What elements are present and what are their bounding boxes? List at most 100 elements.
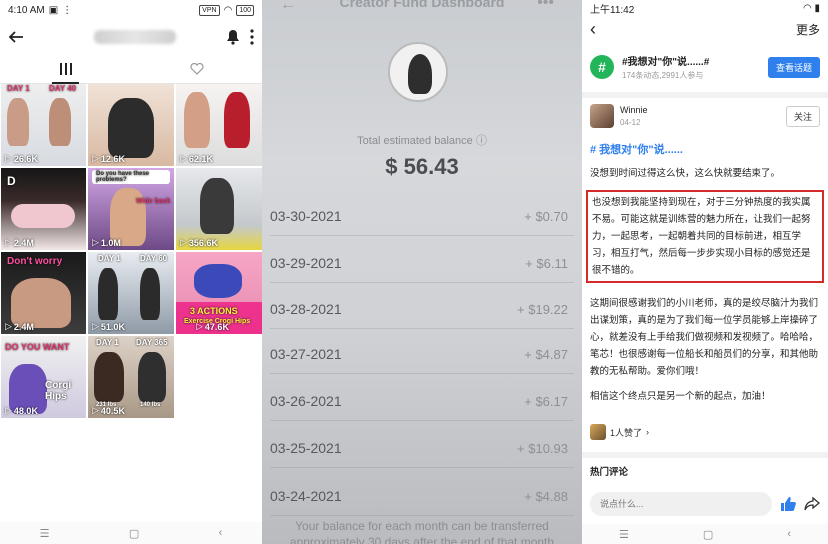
row-amount: + $6.17 [524, 393, 568, 409]
back-chevron-icon[interactable]: ‹ [590, 19, 596, 40]
balance-value: $ 56.43 [385, 154, 459, 179]
topic-header: # #我想对"你"说......# 174条动态,2991人参与 查看话题 [582, 42, 828, 92]
more-options-icon[interactable] [250, 29, 254, 45]
earnings-row: 03-30-2021 + $0.70 [262, 196, 582, 236]
battery-icon: 100 [236, 4, 254, 16]
more-options-icon[interactable]: ••• [537, 0, 554, 12]
tab-videos[interactable] [0, 54, 131, 84]
video-thumbnail[interactable]: ▷ 356.6K [176, 168, 262, 250]
menu-icon[interactable]: ☰ [619, 528, 629, 541]
view-count: ▷ 40.5K [92, 405, 125, 416]
post-date: 04-12 [620, 118, 641, 127]
row-amount: + $6.11 [525, 255, 568, 271]
back-icon[interactable]: ‹ [219, 527, 223, 539]
status-icons: ◠ ▮ [802, 2, 820, 14]
likes-row[interactable]: 1人赞了 › [590, 424, 649, 440]
vpn-icon: VPN [199, 4, 220, 16]
video-thumbnail[interactable]: ▷ 62.1K [176, 84, 262, 166]
video-thumbnail[interactable]: DAY 1 DAY 365 231 lbs 140 lbs ▷ 40.5K [88, 336, 174, 418]
bell-icon[interactable] [226, 29, 240, 45]
status-time: 4:10 AM [8, 4, 45, 16]
video-thumbnail[interactable]: ▷ 12.6K [88, 84, 174, 166]
play-icon: ▷ [180, 153, 187, 163]
caption: DAY 1 [98, 254, 121, 263]
caption: 140 lbs [140, 402, 161, 408]
post-paragraph: 这期间很感谢我们的小川老师，真的是绞尽脑汁为我们出谋划策，真的是为了我们每一位学… [590, 298, 819, 377]
play-icon: ▷ [180, 237, 187, 247]
video-thumbnail[interactable]: Don't worry ▷ 2.4M [1, 252, 86, 334]
avatar[interactable] [590, 104, 614, 128]
earnings-row: 03-26-2021 + $6.17 [262, 381, 582, 421]
author-name[interactable]: Winnie [620, 105, 648, 115]
play-icon: ▷ [196, 321, 203, 331]
share-icon[interactable] [804, 496, 820, 512]
avatar [388, 42, 448, 102]
video-thumbnail[interactable]: DAY 1 DAY 40 ▷ 26.6K [1, 84, 86, 166]
view-count: ▷ 2.4M [5, 321, 34, 332]
caption: DAY 60 [140, 254, 168, 263]
view-count: ▷ 26.6K [5, 153, 38, 164]
play-icon: ▷ [92, 321, 99, 331]
balance-label: Total estimated balance ⓘ [357, 135, 487, 147]
menu-icon[interactable]: ☰ [40, 527, 50, 540]
liked-icon [189, 62, 204, 75]
play-icon: ▷ [92, 405, 99, 415]
more-dots-icon: ⋮ [62, 4, 73, 16]
post-body: # 我想对"你"说...... 没想到时间过得这么快，这么快就要结束了。 也没想… [582, 142, 828, 405]
view-count: ▷ 51.0K [92, 321, 125, 332]
topic-icon: # [590, 55, 614, 79]
back-arrow-icon[interactable] [8, 29, 24, 45]
home-icon[interactable]: ▢ [129, 527, 139, 540]
view-count: ▷ 48.0K [5, 405, 38, 416]
row-amount: + $0.70 [524, 208, 568, 224]
earnings-row: 03-28-2021 + $19.22 [262, 289, 582, 329]
play-icon: ▷ [92, 237, 99, 247]
row-amount: + $4.88 [524, 488, 568, 504]
play-icon: ▷ [5, 237, 12, 247]
blurred-username [94, 30, 176, 44]
caption: Wide back [136, 198, 171, 205]
view-count: ▷ 2.4M [5, 237, 34, 248]
highlighted-paragraph: 也没想到我能坚持到现在，对于三分钟热度的我实属不易。可能这就是训练营的魅力所在，… [586, 190, 824, 283]
page-title: Creator Fund Dashboard [339, 0, 505, 10]
hot-comments-heading: 热门评论 [582, 452, 828, 484]
row-date: 03-28-2021 [270, 301, 342, 317]
video-thumbnail[interactable]: Do you have these problems? Wide back ▷ 1… [88, 168, 174, 250]
earnings-row: 03-24-2021 + $4.88 [262, 476, 582, 516]
play-icon: ▷ [92, 153, 99, 163]
caption: D [7, 174, 16, 188]
caption: Don't worry [7, 256, 63, 267]
caption: Do you have these problems? [96, 171, 150, 183]
liker-avatar [590, 424, 606, 440]
row-date: 03-26-2021 [270, 393, 342, 409]
follow-button[interactable]: 关注 [785, 105, 820, 127]
row-date: 03-30-2021 [270, 208, 342, 224]
view-count: ▷ 47.6K [196, 321, 229, 332]
back-icon[interactable]: ‹ [787, 528, 791, 540]
video-thumbnail[interactable]: DAY 1 DAY 60 ▷ 51.0K [88, 252, 174, 334]
video-thumbnail[interactable]: 3 ACTIONS Exercise Crogi Hips ▷ 47.6K [176, 252, 262, 334]
home-icon[interactable]: ▢ [703, 528, 713, 541]
row-amount: + $10.93 [517, 440, 568, 456]
thumbs-up-icon[interactable] [780, 496, 796, 512]
caption: DO YOU WANT [5, 342, 70, 352]
video-thumbnail[interactable]: DO YOU WANT Corgi Hips ▷ 48.0K [1, 336, 86, 418]
topic-tag[interactable]: # 我想对"你"说...... [590, 142, 820, 159]
row-date: 03-27-2021 [270, 346, 342, 362]
grid-icon [59, 62, 72, 75]
comment-input[interactable] [590, 492, 772, 516]
earnings-row: 03-29-2021 + $6.11 [262, 243, 582, 283]
post-detail-screen: 上午11:42 ◠ ▮ ‹ 更多 # #我想对"你"说......# 174条动… [582, 0, 828, 544]
tab-liked[interactable] [131, 54, 262, 83]
view-topic-button[interactable]: 查看话题 [767, 56, 820, 78]
more-link[interactable]: 更多 [796, 21, 820, 38]
caption: 3 ACTIONS [190, 306, 238, 316]
play-icon: ▷ [5, 153, 12, 163]
status-bar: 上午11:42 ◠ ▮ [582, 0, 828, 16]
author-row: Winnie 04-12 关注 [582, 98, 828, 134]
chevron-right-icon: › [646, 427, 650, 437]
profile-tabs [0, 54, 262, 84]
caption: Corgi Hips [45, 380, 72, 402]
video-thumbnail[interactable]: D ▷ 2.4M [1, 168, 86, 250]
info-icon[interactable]: ⓘ [476, 135, 487, 147]
